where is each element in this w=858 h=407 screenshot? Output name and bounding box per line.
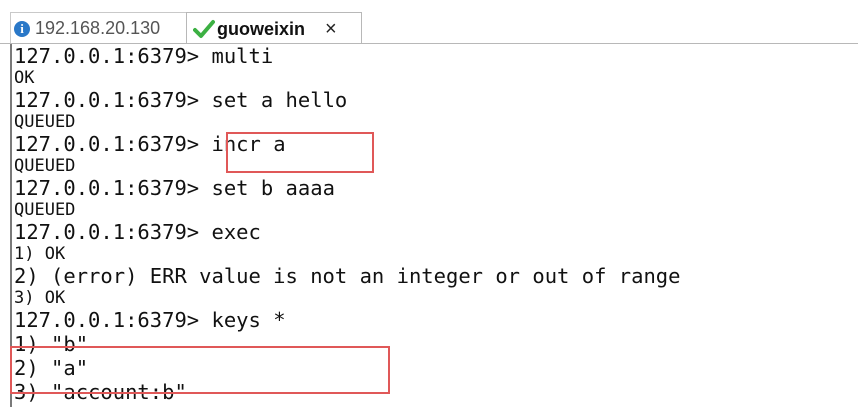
terminal-prompt-line: 127.0.0.1:6379> set b aaaa bbox=[14, 176, 856, 200]
terminal-output-line: 2) "a" bbox=[14, 356, 89, 380]
tab-host-label: 192.168.20.130 bbox=[35, 18, 161, 38]
terminal-prompt-line: 127.0.0.1:6379> exec bbox=[14, 220, 856, 244]
terminal-command: keys * bbox=[211, 308, 286, 332]
terminal-output-line: 3) "account:b" bbox=[14, 380, 187, 404]
terminal-response-line: OK bbox=[14, 68, 35, 88]
terminal-command: multi bbox=[211, 44, 274, 68]
terminal-prompt: 127.0.0.1:6379> bbox=[14, 88, 212, 112]
terminal-response-line: 1) OK bbox=[14, 244, 66, 264]
terminal-response-line: 3) OK bbox=[14, 288, 66, 308]
tab-bar: i 192.168.20.130 guoweixin × bbox=[0, 0, 858, 45]
terminal-response-line: QUEUED bbox=[14, 112, 76, 132]
terminal-output-line: 2) (error) ERR value is not an integer o… bbox=[14, 264, 681, 288]
terminal-prompt: 127.0.0.1:6379> bbox=[14, 132, 212, 156]
terminal-prompt-line: 127.0.0.1:6379> keys * bbox=[14, 308, 856, 332]
terminal-window: i 192.168.20.130 guoweixin × 127.0.0.1:6… bbox=[0, 0, 858, 407]
tab-session[interactable]: guoweixin × bbox=[186, 12, 362, 45]
terminal-prompt: 127.0.0.1:6379> bbox=[14, 44, 212, 68]
terminal-prompt-line: 127.0.0.1:6379> incr a bbox=[14, 132, 856, 156]
terminal-command: incr a bbox=[211, 132, 286, 156]
tab-session-label: guoweixin bbox=[217, 18, 306, 39]
terminal-command: exec bbox=[211, 220, 261, 244]
terminal-command: set b aaaa bbox=[211, 176, 335, 200]
terminal-prompt-line: 127.0.0.1:6379> set a hello bbox=[14, 88, 856, 112]
terminal-output-line: 1) "b" bbox=[14, 332, 89, 356]
terminal-prompt: 127.0.0.1:6379> bbox=[14, 176, 212, 200]
close-icon[interactable]: × bbox=[325, 18, 337, 41]
terminal-response-line: QUEUED bbox=[14, 156, 76, 176]
terminal-response-line: QUEUED bbox=[14, 200, 76, 220]
terminal-prompt-line: 127.0.0.1:6379> multi bbox=[14, 44, 856, 68]
terminal-prompt: 127.0.0.1:6379> bbox=[14, 308, 212, 332]
terminal-prompt: 127.0.0.1:6379> bbox=[14, 220, 212, 244]
check-icon bbox=[193, 19, 215, 39]
info-icon: i bbox=[14, 20, 30, 37]
tab-host[interactable]: i 192.168.20.130 bbox=[10, 12, 186, 44]
terminal-output[interactable]: 127.0.0.1:6379> multi OK 127.0.0.1:6379> s… bbox=[10, 44, 856, 407]
terminal-command: set a hello bbox=[211, 88, 348, 112]
